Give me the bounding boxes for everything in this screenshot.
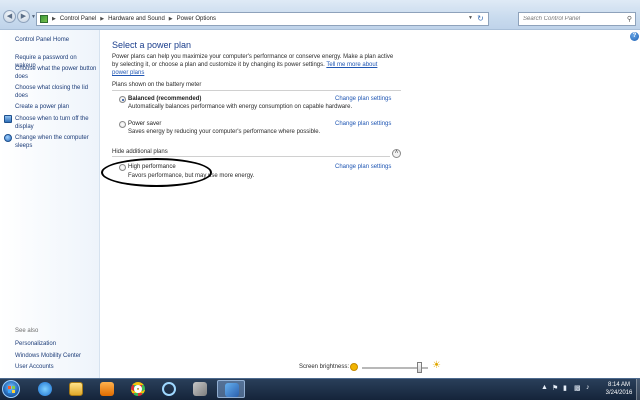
tools-icon [193, 382, 207, 396]
change-plan-settings-power-saver[interactable]: Change plan settings [335, 121, 391, 127]
clock-time: 8:14 AM [607, 382, 630, 388]
plan-name-balanced[interactable]: Balanced (recommended) [128, 96, 201, 102]
see-also-heading: See also [15, 328, 39, 334]
breadcrumb-power-options[interactable]: Power Options [177, 16, 216, 22]
dim-sun-icon [350, 363, 358, 371]
start-button[interactable] [2, 380, 20, 398]
sidebar-link-control-panel-home[interactable]: Control Panel Home [15, 36, 99, 44]
internet-explorer-icon [38, 382, 52, 396]
taskbar-tools-app[interactable] [186, 380, 214, 398]
sleep-moon-icon [4, 134, 12, 142]
control-panel-icon [40, 15, 48, 23]
screen-brightness-label: Screen brightness: [299, 364, 350, 370]
section-divider [112, 156, 390, 157]
radio-balanced[interactable] [119, 96, 126, 103]
control-panel-icon [225, 383, 239, 397]
page-title: Select a power plan [112, 40, 192, 50]
chevron-right-icon: ▶ [168, 16, 173, 22]
refresh-icon[interactable]: ↻ [475, 14, 486, 24]
breadcrumb-hardware-and-sound[interactable]: Hardware and Sound [108, 16, 165, 22]
media-player-icon [100, 382, 114, 396]
taskbar-media-player[interactable] [93, 380, 121, 398]
sidebar-link-computer-sleeps[interactable]: Change when the computer sleeps [15, 134, 99, 150]
monitor-icon [4, 115, 12, 123]
brightness-slider-thumb[interactable] [416, 362, 422, 373]
sidebar [0, 30, 100, 378]
sidebar-link-turn-off-display[interactable]: Choose when to turn off the display [15, 115, 99, 131]
chrome-icon [131, 382, 145, 396]
sidebar-link-closing-lid[interactable]: Choose what closing the lid does [15, 84, 99, 100]
tray-flag-icon[interactable]: ⚑ [552, 384, 558, 392]
intro-text: Power plans can help you maximize your c… [112, 53, 394, 77]
search-input[interactable] [523, 16, 621, 22]
plan-desc-balanced: Automatically balances performance with … [128, 104, 353, 110]
taskbar-control-panel[interactable] [217, 380, 245, 398]
highlight-ellipse-annotation [101, 158, 212, 187]
bright-sun-icon: ☀ [432, 360, 441, 371]
taskbar-internet-explorer[interactable] [31, 380, 59, 398]
breadcrumb-control-panel[interactable]: Control Panel [60, 16, 96, 22]
clock-date: 3/24/2016 [605, 390, 633, 396]
forward-button[interactable]: ▶ [17, 10, 30, 23]
search-icon[interactable]: ⚲ [627, 15, 632, 23]
folder-icon [69, 382, 83, 396]
chevron-right-icon: ▶ [52, 16, 56, 22]
see-also-user-accounts[interactable]: User Accounts [15, 363, 99, 371]
taskbar-file-explorer[interactable] [62, 380, 90, 398]
show-desktop-button[interactable] [636, 379, 640, 400]
taskbar-sync-app[interactable] [155, 380, 183, 398]
search-box[interactable]: ⚲ [518, 12, 636, 26]
address-dropdown-icon[interactable]: ▼ [468, 15, 473, 21]
sync-icon [162, 382, 176, 396]
plan-name-power-saver[interactable]: Power saver [128, 121, 161, 127]
tray-battery-icon[interactable]: ▮ [563, 384, 567, 392]
taskbar-chrome[interactable] [124, 380, 152, 398]
tray-show-hidden-icon[interactable]: ▲ [541, 384, 548, 391]
collapse-chevron-up-icon[interactable]: ˄ [392, 149, 401, 158]
section-divider [112, 90, 401, 91]
plan-desc-power-saver: Saves energy by reducing your computer's… [128, 129, 321, 135]
change-plan-settings-high-performance[interactable]: Change plan settings [335, 164, 391, 170]
radio-power-saver[interactable] [119, 121, 126, 128]
see-also-personalization[interactable]: Personalization [15, 340, 99, 348]
address-bar[interactable]: ▶ Control Panel ▶ Hardware and Sound ▶ P… [36, 12, 489, 26]
back-button[interactable]: ◀ [3, 10, 16, 23]
tray-volume-icon[interactable]: ♪ [586, 384, 590, 391]
help-icon[interactable]: ? [630, 32, 639, 41]
see-also-mobility-center[interactable]: Windows Mobility Center [15, 352, 99, 360]
taskbar-clock[interactable]: 8:14 AM 3/24/2016 [604, 381, 634, 397]
battery-meter-section-label: Plans shown on the battery meter [112, 82, 202, 88]
tray-network-icon[interactable]: ▩ [574, 384, 581, 392]
change-plan-settings-balanced[interactable]: Change plan settings [335, 96, 391, 102]
sidebar-link-power-button[interactable]: Choose what the power button does [15, 65, 99, 81]
sidebar-link-create-power-plan[interactable]: Create a power plan [15, 103, 99, 111]
additional-plans-section-label[interactable]: Hide additional plans [112, 149, 168, 155]
chevron-right-icon: ▶ [100, 16, 105, 22]
